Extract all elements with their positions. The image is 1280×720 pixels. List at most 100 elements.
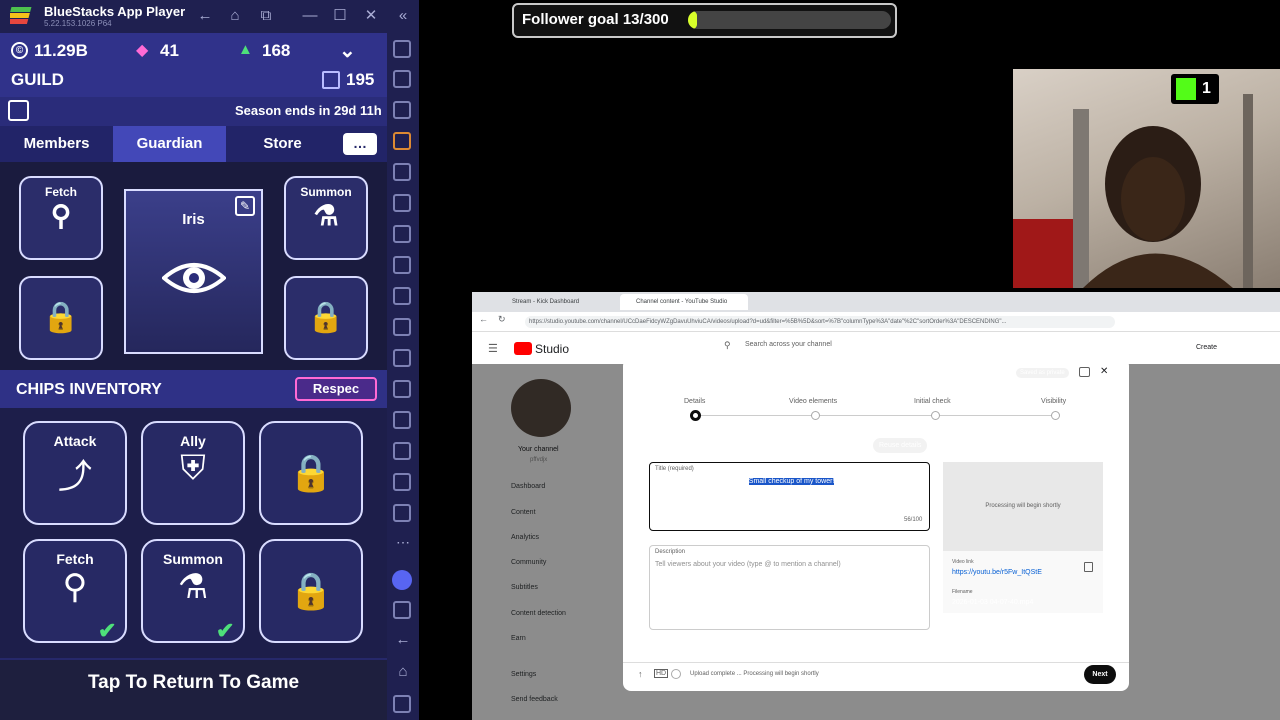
lock-icon[interactable]: 🔒 [284,276,368,360]
settings-icon[interactable] [393,601,411,619]
tab-store[interactable]: Store [226,126,339,162]
browser-tab-kick[interactable]: Stream - Kick Dashboard [496,294,618,310]
copy-icon[interactable] [1084,562,1093,572]
record-icon[interactable] [393,163,411,181]
gamepad-icon[interactable] [393,349,411,367]
lock-icon[interactable]: 🔒 [19,276,103,360]
macro-icon[interactable] [393,194,411,212]
description-label: Description [655,549,686,555]
chip-label: Summon [163,551,223,567]
guardian-slot-summon[interactable]: Summon ⚗ [284,176,368,260]
lock-icon[interactable]: 🔒 [259,421,363,525]
tokens-value: 168 [262,41,291,60]
guild-title: GUILD [11,70,64,89]
tab-members[interactable]: Members [0,126,113,162]
title-text: The tower idle tower defense. [655,478,747,485]
close-icon[interactable]: ✕ [1100,366,1108,377]
sidebar-recents-icon[interactable] [393,695,411,713]
next-button[interactable]: Next [1084,665,1116,684]
edit-icon[interactable]: ✎ [235,196,255,216]
chip-label: Fetch [56,551,94,567]
step-video-elements[interactable]: Video elements [789,398,837,405]
step-visibility[interactable]: Visibility [1041,398,1066,405]
gem-icon: ◆ [136,42,149,59]
eraser-icon[interactable] [393,473,411,491]
step-initial-check[interactable]: Initial check [914,398,951,405]
studio-search[interactable]: Search across your channel [745,341,832,348]
reuse-details-button[interactable]: Reuse details [873,438,928,453]
step-details[interactable]: Details [684,398,705,405]
upload-status: Upload complete ... Processing will begi… [690,671,819,677]
respec-button[interactable]: Respec [295,377,377,401]
feedback-icon[interactable] [1079,367,1090,377]
back-icon[interactable]: ← [479,314,488,324]
lock-icon[interactable]: 🔒 [259,539,363,643]
menu-icon[interactable]: ☰ [488,342,498,355]
streamer-silhouette [1013,94,1253,288]
screen-icon[interactable] [393,101,411,119]
sidebar-back-icon[interactable]: ← [393,630,413,650]
filename-label: Filename [952,589,973,595]
chevron-down-icon[interactable]: ⌄ [339,38,356,63]
chip-label: Ally [180,433,206,449]
bluestacks-version: 5.22.153.1026 P64 [44,19,112,28]
bluestacks-logo-icon [10,7,32,24]
recents-icon[interactable]: ⧉ [256,6,276,26]
fetch-icon: ⚲ [62,568,88,606]
chips-count: 195 [346,70,375,89]
video-icon[interactable] [393,318,411,336]
reload-icon[interactable]: ↻ [498,314,506,325]
search-icon: ⚲ [724,340,731,350]
claw-icon: ⤴ [58,458,92,496]
step-dot [811,411,820,420]
keyboard-icon[interactable] [393,132,411,150]
chip-ally[interactable]: Ally ⛨ [141,421,245,525]
title-label: Title (required) [655,466,694,472]
folder-icon[interactable] [393,380,411,398]
info-icon[interactable] [8,100,29,121]
ab-label: A/B Testing [669,514,705,521]
minimize-icon[interactable]: — [300,6,320,26]
screenshot-icon[interactable] [393,287,411,305]
apk-icon[interactable] [393,256,411,274]
chip-attack[interactable]: Attack ⤴ [23,421,127,525]
sidebar-home-icon[interactable]: ⌂ [393,662,413,682]
summon-icon: ⚗ [313,200,339,231]
ab-testing-button[interactable]: ▣ A/B Testing [657,511,708,523]
address-bar[interactable]: https://studio.youtube.com/channel/UCcDa… [525,316,1115,328]
follower-goal-track [688,11,891,29]
fullscreen-icon[interactable] [393,40,411,58]
hd-icon: HD [654,669,669,678]
tab-guardian[interactable]: Guardian [113,126,226,162]
filename-value: 2026-01-03 04-07-40.mp4 [952,599,1034,606]
guardian-slot-fetch[interactable]: Fetch ⚲ [19,176,103,260]
description-placeholder[interactable]: Tell viewers about your video (type @ to… [655,561,841,568]
home-icon[interactable]: ⌂ [225,6,245,26]
maximize-icon[interactable]: ☐ [330,6,350,26]
multi-instance-icon[interactable] [393,442,411,460]
discord-icon[interactable] [392,570,412,590]
chips-inventory-title: CHIPS INVENTORY [16,381,162,398]
back-icon[interactable]: ← [195,6,215,26]
kick-viewer-count: 1 [1202,80,1211,97]
location-icon[interactable] [393,504,411,522]
tap-to-return-button[interactable]: Tap To Return To Game [0,672,387,694]
upload-icon: ↑ [638,669,643,679]
coin-icon: © [11,42,28,59]
airplane-icon[interactable] [393,411,411,429]
chat-icon[interactable]: … [343,133,377,155]
title-input[interactable]: The tower idle tower defense. Small chec… [655,478,835,485]
gems-value: 41 [160,41,179,60]
controls-icon[interactable] [393,225,411,243]
video-link[interactable]: https://youtu.be/r5Fw_ItQStE [952,569,1042,576]
create-button[interactable]: Create [1196,344,1217,351]
more-icon[interactable]: ⋯ [396,534,410,551]
eye-icon [160,263,227,293]
browser-tab-studio[interactable]: Channel content - YouTube Studio [620,294,748,310]
close-icon[interactable]: ✕ [361,6,381,26]
volume-icon[interactable] [393,70,411,88]
slot-label: Fetch [44,185,77,199]
description-field[interactable] [649,545,930,630]
details-heading: Details [649,438,683,450]
collapse-sidebar-icon[interactable]: « [393,6,413,26]
